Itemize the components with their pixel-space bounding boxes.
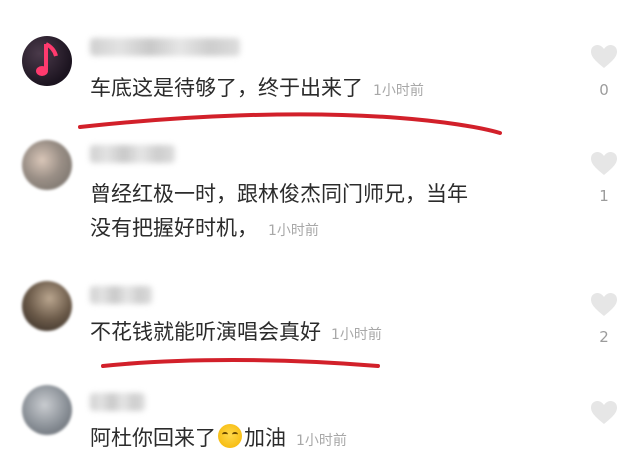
red-underline-annotations — [78, 112, 502, 368]
red-underline — [101, 358, 380, 368]
red-underline — [78, 112, 502, 135]
